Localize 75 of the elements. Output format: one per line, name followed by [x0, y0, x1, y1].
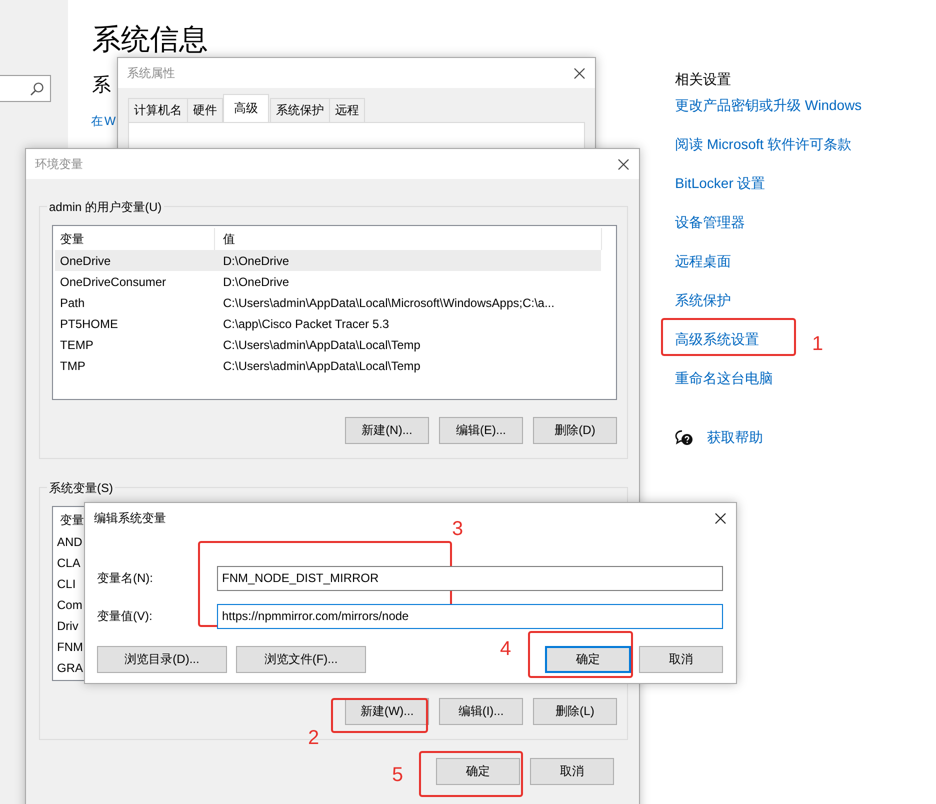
close-icon[interactable]	[715, 512, 726, 524]
list-row[interactable]: OneDrive D:\OneDrive	[55, 250, 601, 271]
browse-button[interactable]: 浏览文件(F)...	[236, 646, 366, 673]
close-icon[interactable]	[574, 68, 585, 78]
list-button[interactable]: 编辑(I)...	[439, 698, 523, 725]
settings-link[interactable]: 更改产品密钥或升级 Windows	[675, 97, 862, 136]
variable-value: C:\Users\admin\AppData\Local\Microsoft\WindowsApps;C:\a...	[222, 296, 554, 310]
step-number: 5	[392, 764, 404, 786]
variable-name: TMP	[59, 358, 86, 372]
search-field[interactable]	[0, 75, 51, 102]
close-icon[interactable]	[618, 158, 629, 170]
list-row[interactable]: TMP C:\Users\admin\AppData\Local\Temp	[55, 355, 601, 376]
variable-value: C:\Users\admin\AppData\Local\Temp	[222, 358, 420, 372]
variable-value: C:\Users\admin\AppData\Local\Temp	[222, 338, 420, 352]
list-button[interactable]: 新建(W)...	[345, 698, 429, 725]
list-row[interactable]: OneDriveConsumer D:\OneDrive	[55, 271, 601, 292]
variable-name[interactable]: Com	[55, 598, 82, 612]
dialog-button[interactable]: 取消	[530, 758, 614, 785]
step-number: 4	[500, 638, 512, 660]
variable-name: TEMP	[59, 338, 94, 352]
variable-name[interactable]: FNM	[55, 640, 83, 654]
tab[interactable]: 系统保护	[270, 98, 330, 122]
step-number: 1	[812, 333, 824, 355]
window-title: 编辑系统变量	[94, 510, 166, 526]
tab[interactable]: 高级	[223, 94, 269, 122]
search-icon	[30, 82, 44, 96]
text-field[interactable]: https://npmmirror.com/mirrors/node	[217, 604, 723, 628]
tab[interactable]: 计算机名	[128, 98, 188, 122]
settings-link[interactable]: 阅读 Microsoft 软件许可条款	[675, 136, 852, 175]
list-button[interactable]: 新建(N)...	[345, 417, 429, 444]
settings-link[interactable]: BitLocker 设置	[675, 175, 766, 214]
step-number: 3	[452, 518, 464, 540]
help-link[interactable]: 获取帮助	[707, 429, 763, 447]
help-icon	[675, 430, 693, 446]
dialog-button[interactable]: 确定	[436, 758, 520, 785]
field-label: 变量值(V):	[97, 608, 154, 624]
settings-link[interactable]: 设备管理器	[675, 214, 745, 253]
list-row[interactable]: Path C:\Users\admin\AppData\Local\Microsoft\WindowsApps;C:\a...	[55, 292, 601, 313]
list-button[interactable]: 编辑(E)...	[439, 417, 523, 444]
settings-link[interactable]: 重命名这台电脑	[675, 370, 773, 409]
list-row[interactable]: PT5HOME C:\app\Cisco Packet Tracer 5.3	[55, 313, 601, 334]
text-field[interactable]: FNM_NODE_DIST_MIRROR	[217, 566, 723, 590]
list-button[interactable]: 删除(L)	[533, 698, 617, 725]
window-title: 环境变量	[35, 156, 83, 172]
variable-value: D:\OneDrive	[222, 254, 290, 268]
settings-link[interactable]: 高级系统设置	[675, 331, 759, 370]
variable-value: C:\app\Cisco Packet Tracer 5.3	[222, 316, 390, 330]
page-title: 系统信息	[92, 23, 208, 58]
page-link[interactable]: 在 W	[91, 113, 116, 130]
variable-name: Path	[59, 296, 86, 310]
list-row[interactable]: TEMP C:\Users\admin\AppData\Local\Temp	[55, 334, 601, 355]
group-label: 系统变量(S)	[47, 480, 115, 497]
related-heading: 相关设置	[675, 71, 731, 89]
dialog-button[interactable]: 确定	[545, 646, 631, 673]
section-heading: 系	[92, 74, 111, 98]
step-number: 2	[308, 727, 320, 749]
variable-value: D:\OneDrive	[222, 274, 290, 288]
settings-link[interactable]: 远程桌面	[675, 253, 731, 292]
variable-name[interactable]: AND	[55, 534, 82, 548]
variable-name[interactable]: GRA	[55, 660, 84, 674]
variable-name: OneDriveConsumer	[59, 274, 168, 288]
window-title: 系统属性	[127, 64, 175, 82]
group-label: admin 的用户变量(U)	[47, 199, 164, 216]
variable-name[interactable]: CLI	[55, 576, 76, 590]
variable-name: OneDrive	[59, 254, 112, 268]
browse-button[interactable]: 浏览目录(D)...	[97, 646, 227, 673]
variable-name: PT5HOME	[59, 316, 120, 330]
tab[interactable]: 远程	[329, 98, 365, 122]
field-label: 变量名(N):	[97, 570, 154, 586]
dialog-button[interactable]: 取消	[639, 646, 723, 673]
variable-name[interactable]: CLA	[55, 556, 80, 570]
tab[interactable]: 硬件	[187, 98, 223, 122]
variable-name[interactable]: Driv	[55, 618, 78, 632]
list-button[interactable]: 删除(D)	[533, 417, 617, 444]
settings-link[interactable]: 系统保护	[675, 292, 731, 331]
